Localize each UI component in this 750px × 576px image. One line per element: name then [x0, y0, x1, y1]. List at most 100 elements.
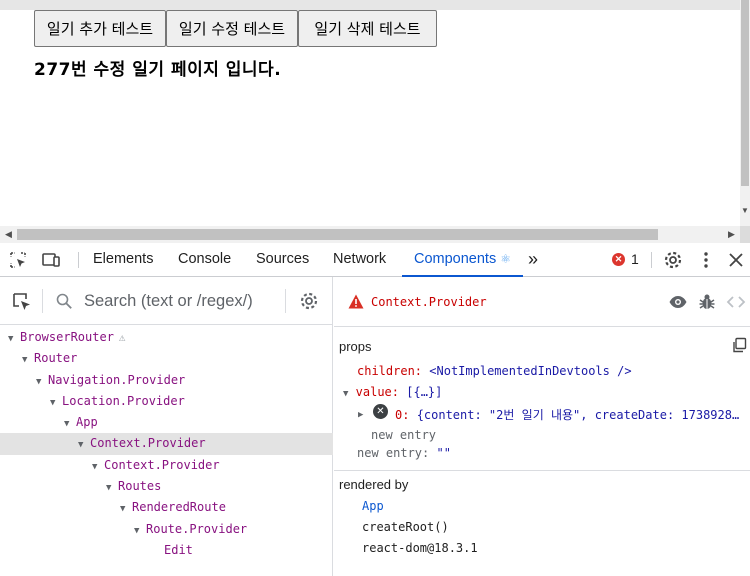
vertical-scrollbar[interactable]: ▼	[740, 0, 750, 226]
device-toolbar-icon[interactable]	[40, 249, 62, 271]
component-settings-gear-icon[interactable]	[299, 291, 319, 311]
devtools-tabbar: Elements Console Sources Network Compone…	[0, 243, 750, 277]
scroll-right-arrow-icon[interactable]: ▶	[723, 226, 740, 243]
tree-node[interactable]: ▼ Navigation.Provider	[0, 370, 333, 391]
new-entry-label: new entry:	[357, 446, 430, 460]
edit-diary-test-button[interactable]: 일기 수정 테스트	[166, 10, 298, 47]
eye-icon[interactable]	[668, 292, 688, 312]
expand-arrow-icon[interactable]: ▼	[106, 478, 118, 499]
react-logo-icon: ⚛	[500, 252, 511, 266]
expand-arrow-icon[interactable]: ▼	[36, 372, 48, 393]
tree-node[interactable]: ▼ App	[0, 412, 333, 433]
kebab-menu-icon[interactable]	[695, 249, 717, 271]
selected-component-header: Context.Provider	[334, 277, 750, 327]
prop-key: value:	[355, 385, 400, 399]
tree-node-label: Routes	[118, 479, 162, 494]
rendered-by-createroot: createRoot()	[362, 520, 449, 534]
tree-node[interactable]: ▼ BrowserRouter ⚠	[0, 327, 333, 348]
tab-components[interactable]: Components ⚛	[402, 243, 523, 277]
add-diary-test-button[interactable]: 일기 추가 테스트	[34, 10, 166, 47]
tab-console[interactable]: Console	[178, 243, 231, 276]
expand-arrow-icon[interactable]: ▼	[22, 350, 34, 371]
page-message: 277번 수정 일기 페이지 입니다.	[34, 60, 282, 80]
search-separator	[42, 289, 43, 313]
error-count-badge[interactable]: ✕ 1	[612, 251, 639, 267]
component-props-panel: Context.Provider props children: <NotImp…	[334, 277, 750, 576]
tab-sources[interactable]: Sources	[256, 243, 309, 276]
prop-value: [{…}]	[406, 385, 443, 399]
delete-entry-icon[interactable]: ✕	[373, 404, 388, 419]
tab-elements[interactable]: Elements	[93, 243, 153, 276]
scrollbar-corner	[740, 226, 750, 243]
select-component-icon[interactable]	[11, 291, 33, 313]
expand-arrow-icon[interactable]: ▼	[64, 414, 76, 435]
search-separator	[285, 289, 286, 313]
app-viewport: 일기 추가 테스트 일기 수정 테스트 일기 삭제 테스트 277번 수정 일기…	[0, 0, 750, 243]
expand-arrow-icon[interactable]: ▼	[78, 435, 90, 456]
component-tree-panel: ▼BrowserRouter⚠ ▼Router ▼Navigation.Prov…	[0, 277, 333, 576]
expand-arrow-icon[interactable]: ▼	[343, 389, 348, 399]
tree-node-label: App	[76, 415, 98, 430]
error-icon: ✕	[612, 252, 625, 266]
tree-node[interactable]: ▼ RenderedRoute	[0, 497, 333, 518]
scroll-down-arrow-icon[interactable]: ▼	[740, 206, 750, 216]
expand-arrow-icon[interactable]: ▼	[50, 393, 62, 414]
expand-arrow-icon[interactable]: ▼	[92, 457, 104, 478]
horizontal-scrollbar[interactable]: ◀ ▶	[0, 226, 740, 243]
new-entry-value[interactable]: ""	[436, 446, 450, 460]
tree-node[interactable]: ▼ Router	[0, 348, 333, 369]
tree-search-row	[0, 277, 333, 325]
tree-node-label: Navigation.Provider	[48, 372, 186, 387]
tree-node[interactable]: ▼ Route.Provider	[0, 519, 333, 540]
tree-node-label: Location.Provider	[62, 393, 185, 408]
horizontal-scrollbar-thumb[interactable]	[17, 229, 658, 240]
error-count: 1	[631, 251, 639, 267]
delete-diary-test-button[interactable]: 일기 삭제 테스트	[298, 10, 437, 47]
section-divider	[334, 470, 750, 471]
scroll-left-arrow-icon[interactable]: ◀	[0, 226, 17, 243]
rendered-by-app-link[interactable]: App	[362, 499, 384, 513]
props-section-label: props	[339, 339, 372, 354]
rendered-by-label: rendered by	[339, 477, 409, 492]
tab-components-label: Components	[414, 251, 497, 267]
bug-icon[interactable]	[697, 292, 717, 312]
prop-array-item[interactable]: ▶	[358, 406, 363, 420]
selected-component-name: Context.Provider	[371, 295, 487, 309]
tree-node-label: Context.Provider	[104, 457, 220, 472]
toolbar-separator	[78, 252, 79, 268]
inspect-element-icon[interactable]	[7, 249, 29, 271]
new-entry-inner[interactable]: new entry	[371, 428, 436, 442]
settings-gear-icon[interactable]	[662, 249, 684, 271]
copy-icon[interactable]	[731, 337, 747, 353]
tab-network[interactable]: Network	[333, 243, 386, 276]
tree-node[interactable]: ▼ Routes	[0, 476, 333, 497]
toolbar-separator	[651, 252, 652, 268]
prop-array-item-content: 0: {content: "2번 일기 내용", createDate: 173…	[395, 406, 739, 423]
prop-key: children:	[357, 364, 423, 378]
collapse-arrow-icon[interactable]: ▶	[358, 410, 363, 420]
rendered-by-react-dom: react-dom@18.3.1	[362, 541, 478, 555]
prop-children[interactable]: children: <NotImplementedInDevtools />	[357, 364, 632, 378]
expand-arrow-icon[interactable]: ▼	[120, 499, 132, 520]
close-devtools-icon[interactable]	[725, 249, 747, 271]
tree-node[interactable]: Edit	[0, 540, 333, 561]
top-strip	[0, 0, 740, 10]
prop-value-row[interactable]: ▼ value: [{…}]	[343, 385, 442, 399]
tree-node[interactable]: ▼ Location.Provider	[0, 391, 333, 412]
prop-value: {content: "2번 일기 내용", createDate: 173892…	[416, 408, 740, 422]
warning-icon	[348, 294, 364, 309]
view-source-icon[interactable]	[726, 292, 746, 312]
tree-node[interactable]: ▼ Context.Provider	[0, 455, 333, 476]
component-search-input[interactable]	[84, 289, 274, 313]
expand-arrow-icon[interactable]: ▼	[134, 521, 146, 542]
vertical-scrollbar-thumb[interactable]	[741, 0, 749, 186]
tree-node-label: Router	[34, 351, 78, 366]
warning-icon: ⚠	[118, 331, 126, 344]
expand-arrow-icon[interactable]: ▼	[8, 329, 20, 350]
tree-node-selected[interactable]: ▼ Context.Provider	[0, 433, 333, 456]
tree-node-label: Context.Provider	[90, 436, 206, 451]
new-entry-row[interactable]: new entry: ""	[357, 446, 451, 460]
tree-node-label: Route.Provider	[146, 521, 248, 536]
more-tabs-icon[interactable]: »	[528, 243, 538, 276]
search-icon	[55, 292, 73, 310]
